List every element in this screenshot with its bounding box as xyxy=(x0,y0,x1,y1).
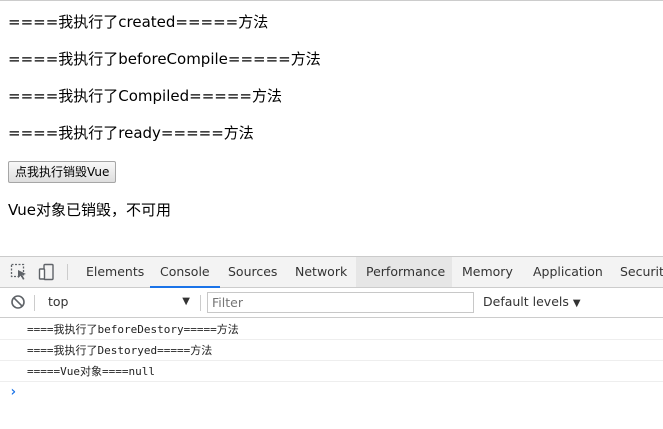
tab-label: Sources xyxy=(228,264,278,279)
console-output: ====我执行了beforeDestory=====方法 ====我执行了Des… xyxy=(0,319,663,429)
console-prompt-icon[interactable]: › xyxy=(9,384,17,400)
devtools-tabbar: Elements Console Sources Network Perform… xyxy=(0,257,663,288)
destroyed-status-text: Vue对象已销毁，不可用 xyxy=(8,201,171,219)
tab-label: Memory xyxy=(462,264,513,279)
tab-label: Network xyxy=(295,264,348,279)
tab-label: Console xyxy=(160,264,210,279)
tab-performance[interactable]: Performance xyxy=(356,257,452,287)
tab-elements[interactable]: Elements xyxy=(76,257,154,287)
destroy-vue-button[interactable]: 点我执行销毁Vue xyxy=(8,161,117,183)
levels-label: Default levels xyxy=(483,294,569,309)
tab-sources[interactable]: Sources xyxy=(218,257,287,287)
tab-label: Elements xyxy=(86,264,145,279)
log-levels-select[interactable]: Default levels ▼ xyxy=(483,292,581,314)
context-value: top xyxy=(48,294,69,309)
execution-context-select[interactable]: top ▼ xyxy=(40,291,194,313)
clear-console-icon[interactable] xyxy=(9,293,27,311)
rendered-page: ====我执行了created=====方法 ====我执行了beforeCom… xyxy=(0,0,663,256)
lifecycle-line-created: ====我执行了created=====方法 xyxy=(8,13,269,31)
tab-security[interactable]: Security xyxy=(610,257,663,287)
tab-console[interactable]: Console xyxy=(150,257,220,288)
lifecycle-line-compiled: ====我执行了Compiled=====方法 xyxy=(8,87,282,105)
filterbar-divider xyxy=(200,295,201,311)
dropdown-arrow-icon: ▼ xyxy=(182,296,190,307)
toolbar-divider xyxy=(67,264,68,280)
console-message: ====我执行了beforeDestory=====方法 xyxy=(0,319,663,340)
device-toolbar-icon[interactable] xyxy=(38,263,56,281)
tab-application[interactable]: Application xyxy=(523,257,613,287)
lifecycle-line-before-compile: ====我执行了beforeCompile=====方法 xyxy=(8,50,321,68)
console-filterbar: top ▼ Default levels ▼ xyxy=(0,288,663,318)
tab-label: Application xyxy=(533,264,603,279)
console-filter-input[interactable] xyxy=(207,292,474,313)
tab-network[interactable]: Network xyxy=(285,257,357,287)
inspect-element-icon[interactable] xyxy=(10,263,28,281)
devtools-panel: Elements Console Sources Network Perform… xyxy=(0,256,663,429)
console-message: =====Vue对象====null xyxy=(0,361,663,382)
lifecycle-line-ready: ====我执行了ready=====方法 xyxy=(8,124,254,142)
filterbar-divider xyxy=(34,295,35,311)
tab-label: Security xyxy=(620,264,663,279)
tab-label: Performance xyxy=(366,264,446,279)
dropdown-arrow-icon: ▼ xyxy=(572,298,581,309)
console-message: ====我执行了Destoryed=====方法 xyxy=(0,340,663,361)
tab-memory[interactable]: Memory xyxy=(452,257,523,287)
